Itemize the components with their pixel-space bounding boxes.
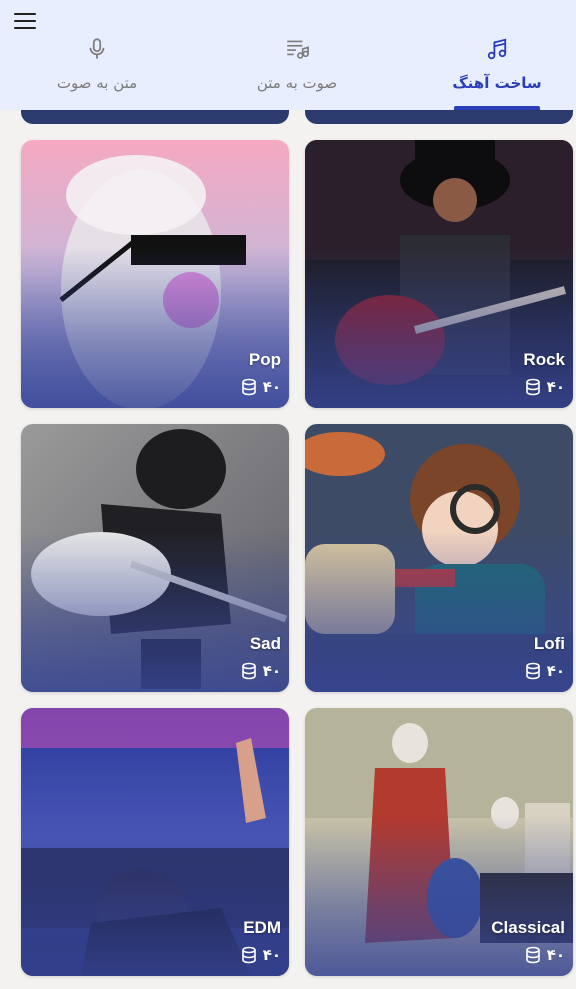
genre-title: Classical (491, 918, 565, 937)
genre-card-rock[interactable]: Rock ۴۰ (305, 140, 573, 408)
coin-stack-icon (241, 378, 256, 396)
coin-stack-icon (525, 662, 540, 680)
cost-value: ۴۰ (262, 946, 281, 964)
music-notes-icon (487, 38, 507, 60)
genre-card-sad[interactable]: Sad ۴۰ (21, 424, 289, 692)
hamburger-menu-icon[interactable] (14, 12, 36, 30)
genre-title: Pop (248, 350, 281, 369)
tab-label: صوت به متن (256, 74, 338, 92)
tab-speech-to-text[interactable]: صوت به متن (217, 36, 377, 110)
coin-stack-icon (241, 662, 256, 680)
top-navigation-bar: متن به صوت صوت به متن ساخت آهنگ (0, 0, 576, 110)
coin-stack-icon (525, 946, 540, 964)
genre-title: Sad (249, 634, 281, 653)
tab-create-song[interactable]: ساخت آهنگ (417, 36, 576, 110)
genre-cost: ۴۰ (525, 662, 565, 680)
genre-cost: ۴۰ (525, 946, 565, 964)
cost-value: ۴۰ (546, 946, 565, 964)
tab-label: ساخت آهنگ (452, 74, 542, 92)
card-overlay (305, 424, 573, 692)
genre-cost: ۴۰ (241, 946, 281, 964)
cost-value: ۴۰ (546, 662, 565, 680)
active-tab-indicator (454, 106, 540, 110)
genre-title: Lofi (533, 634, 565, 653)
cost-value: ۴۰ (262, 378, 281, 396)
coin-stack-icon (525, 378, 540, 396)
genre-cost: ۴۰ (241, 378, 281, 396)
playlist-music-icon (287, 40, 309, 59)
genre-card-classical[interactable]: Classical ۴۰ (305, 708, 573, 976)
genre-cost: ۴۰ (241, 662, 281, 680)
genre-card-lofi[interactable]: Lofi ۴۰ (305, 424, 573, 692)
coin-stack-icon (241, 946, 256, 964)
genre-card-edm[interactable]: EDM ۴۰ (21, 708, 289, 976)
cost-value: ۴۰ (262, 662, 281, 680)
genre-title: Rock (523, 350, 565, 369)
cost-value: ۴۰ (546, 378, 565, 396)
genre-card-pop[interactable]: Pop ۴۰ (21, 140, 289, 408)
genre-cost: ۴۰ (525, 378, 565, 396)
microphone-icon (89, 38, 105, 59)
tab-text-to-speech[interactable]: متن به صوت (17, 36, 177, 110)
card-overlay (21, 424, 289, 692)
tab-label: متن به صوت (56, 74, 138, 92)
genre-title: EDM (243, 918, 281, 937)
